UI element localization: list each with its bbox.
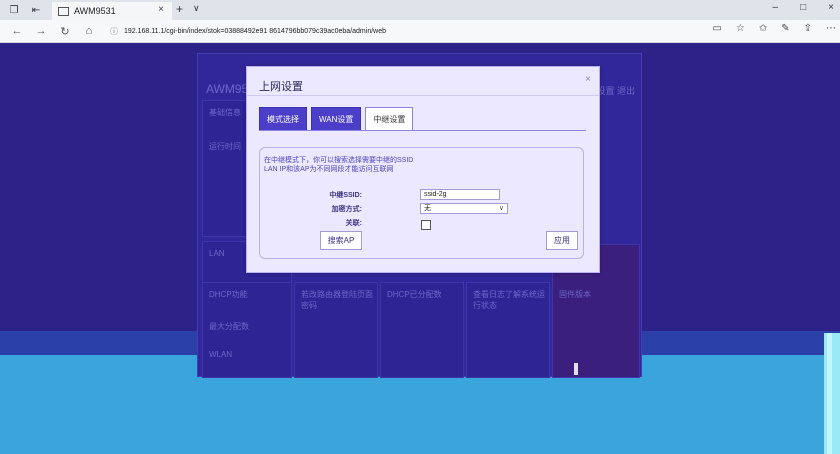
ssid-label: 中继SSID:	[329, 192, 362, 199]
card-label: 固件版本	[559, 290, 591, 299]
divider	[247, 95, 599, 96]
encryption-value: 无	[424, 205, 431, 212]
card-label: 查看日志了解系统运行状态	[473, 290, 545, 310]
maximize-button[interactable]: □	[800, 2, 806, 13]
back-tabs-icon[interactable]: ⇤	[28, 2, 44, 18]
card-label: DHCP功能	[209, 290, 248, 299]
network-settings-dialog: 上网设置 × 模式选择 WAN设置 中继设置 在中继模式下，你可以搜索选择需要中…	[246, 66, 600, 273]
back-arrow-icon[interactable]: ←	[10, 25, 24, 37]
card-label: DHCP已分配数	[387, 290, 442, 299]
dialog-title: 上网设置	[259, 81, 303, 93]
tab-wan-settings[interactable]: WAN设置	[311, 107, 362, 131]
tab-close-icon[interactable]: ×	[158, 4, 164, 15]
favorites-hub-icon[interactable]: ✩	[759, 23, 767, 34]
scroll-edge-inner	[827, 333, 832, 454]
apply-button[interactable]: 应用	[546, 231, 578, 250]
reading-view-icon[interactable]: ▭	[712, 23, 721, 34]
settings-tabs: 模式选择 WAN设置 中继设置	[259, 107, 414, 131]
close-icon[interactable]: ×	[585, 74, 591, 85]
favorite-star-icon[interactable]: ☆	[736, 23, 745, 34]
info-icon: ⓘ	[110, 26, 118, 36]
forward-arrow-icon[interactable]: →	[34, 25, 48, 37]
mouse-cursor	[574, 363, 578, 375]
window-controls: – □ ×	[773, 2, 834, 13]
card-label: 若改路由器登陆页面密码	[301, 290, 373, 310]
url-field[interactable]: ⓘ 192.168.11.1/cgi-bin/index/stok=038884…	[110, 26, 386, 37]
minimize-button[interactable]: –	[773, 2, 779, 13]
browser-tab[interactable]: AWM9531 ×	[52, 2, 172, 20]
toolbar-right: ▭ ☆ ✩ ✎ ⇪ ⋯	[712, 23, 836, 34]
form-description: 在中继模式下，你可以搜索选择需要中继的SSID LAN IP和该AP为不同网段才…	[264, 156, 413, 174]
close-window-button[interactable]: ×	[828, 2, 834, 13]
tab-repeater-settings[interactable]: 中继设置	[365, 107, 414, 131]
description-line: 在中继模式下，你可以搜索选择需要中继的SSID	[264, 157, 414, 164]
card-label: LAN	[209, 249, 225, 258]
tab-actions-icon[interactable]: ❐	[6, 2, 22, 18]
card-label: 最大分配数	[209, 322, 249, 331]
url-text: 192.168.11.1/cgi-bin/index/stok=03888492…	[124, 27, 387, 35]
share-icon[interactable]: ⇪	[804, 23, 812, 34]
dhcp-card[interactable]: DHCP功能 最大分配数 WLAN	[202, 282, 292, 378]
card-label: WLAN	[209, 350, 233, 359]
password-card[interactable]: 若改路由器登陆页面密码	[294, 282, 378, 378]
search-ap-button[interactable]: 搜索AP	[320, 231, 362, 250]
repeater-form: 在中继模式下，你可以搜索选择需要中继的SSID LAN IP和该AP为不同网段才…	[259, 147, 584, 259]
encryption-label: 加密方式:	[331, 206, 362, 213]
ssid-input[interactable]: ssid-2g	[420, 189, 500, 200]
bridge-checkbox[interactable]	[421, 220, 431, 230]
page-icon	[58, 6, 69, 16]
bridge-label: 关联:	[345, 220, 362, 227]
card-label: 基础信息	[209, 108, 241, 117]
tab-menu-chevron-icon[interactable]: ∨	[193, 3, 200, 14]
tab-underline	[259, 130, 586, 131]
pen-icon[interactable]: ✎	[781, 23, 789, 34]
home-icon[interactable]: ⌂	[82, 25, 96, 37]
refresh-icon[interactable]: ↻	[58, 25, 72, 38]
tab-mode-select[interactable]: 模式选择	[259, 107, 307, 131]
address-bar: ← → ↻ ⌂ ⓘ 192.168.11.1/cgi-bin/index/sto…	[0, 20, 840, 43]
admin-actions[interactable]: 设置 退出	[596, 84, 635, 97]
chevron-down-icon: ∨	[498, 205, 504, 212]
tab-title: AWM9531	[74, 6, 116, 16]
log-card[interactable]: 查看日志了解系统运行状态	[466, 282, 550, 378]
encryption-select[interactable]: 无 ∨	[420, 203, 508, 214]
new-tab-icon[interactable]: +	[176, 2, 183, 16]
dhcp-count-card[interactable]: DHCP已分配数	[380, 282, 464, 378]
card-label: 运行时间	[209, 142, 241, 151]
more-icon[interactable]: ⋯	[826, 23, 836, 34]
description-line: LAN IP和该AP为不同网段才能访问互联网	[264, 166, 394, 173]
